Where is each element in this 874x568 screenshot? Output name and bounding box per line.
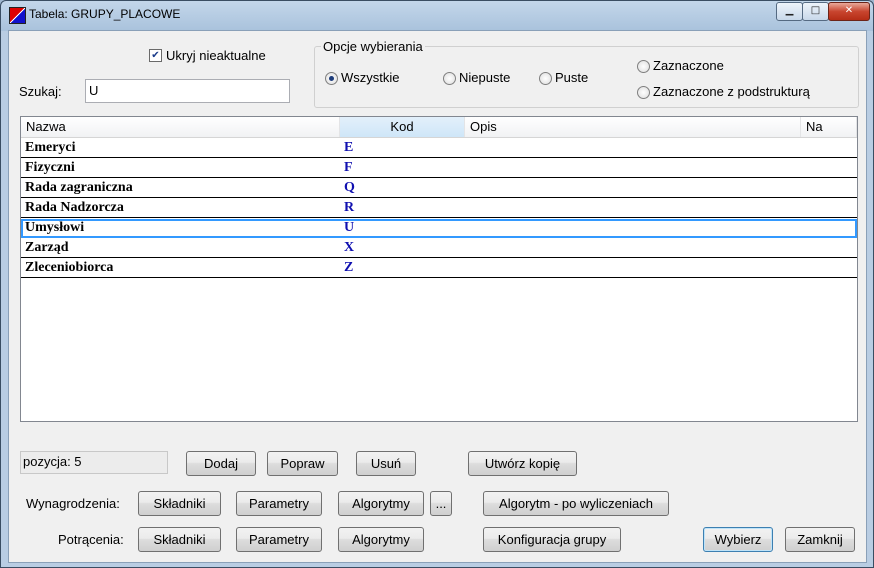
- table-row[interactable]: Zleceniobiorca Z: [21, 259, 857, 278]
- potracenia-label: Potrącenia:: [58, 532, 124, 547]
- app-window: Tabela: GRUPY_PLACOWE ▁ □ ✕ ✔ Ukryj niea…: [0, 0, 874, 568]
- radio-wszystkie[interactable]: [325, 72, 338, 85]
- select-button[interactable]: Wybierz: [703, 527, 773, 552]
- radio-wszystkie-label: Wszystkie: [341, 70, 400, 85]
- wyn-more-button[interactable]: ...: [430, 491, 452, 516]
- grid-header: Nazwa Kod Opis Na: [21, 117, 857, 138]
- cell-nazwa: Rada Nadzorcza: [25, 200, 124, 215]
- table-row[interactable]: Zarząd X: [21, 239, 857, 258]
- cell-kod: F: [344, 160, 353, 175]
- wyn-skladniki-button[interactable]: Składniki: [138, 491, 221, 516]
- cell-kod: X: [344, 240, 355, 255]
- position-indicator: pozycja: 5: [20, 451, 168, 474]
- minimize-icon: ▁: [785, 5, 794, 16]
- cell-kod: R: [344, 200, 355, 215]
- cell-nazwa: Fizyczni: [25, 160, 75, 175]
- cell-nazwa: Rada zagraniczna: [25, 180, 133, 195]
- radio-puste-label: Puste: [555, 70, 589, 85]
- cell-nazwa: Umysłowi: [25, 220, 85, 235]
- radio-niepuste[interactable]: [443, 72, 456, 85]
- pot-parametry-button[interactable]: Parametry: [236, 527, 322, 552]
- close-button[interactable]: ✕: [828, 2, 870, 21]
- cell-kod: Z: [344, 260, 354, 275]
- table-row[interactable]: Rada Nadzorcza R: [21, 199, 857, 218]
- cell-nazwa: Emeryci: [25, 140, 76, 155]
- column-header-nazwa[interactable]: Nazwa: [21, 117, 340, 137]
- hide-inactive-checkbox[interactable]: ✔: [149, 49, 162, 62]
- cell-nazwa: Zarząd: [25, 240, 69, 255]
- radio-puste[interactable]: [539, 72, 552, 85]
- selection-options-legend: Opcje wybierania: [321, 39, 425, 54]
- radio-niepuste-label: Niepuste: [459, 70, 511, 85]
- close-dialog-button[interactable]: Zamknij: [785, 527, 855, 552]
- algorytm-po-wyliczeniach-button[interactable]: Algorytm - po wyliczeniach: [483, 491, 669, 516]
- table-row-selected[interactable]: Umysłowi U: [21, 219, 857, 238]
- column-header-kod-label: Kod: [390, 119, 414, 134]
- column-header-kod[interactable]: Kod: [340, 117, 465, 137]
- minimize-button[interactable]: ▁: [776, 2, 803, 21]
- wyn-parametry-button[interactable]: Parametry: [236, 491, 322, 516]
- cell-nazwa: Zleceniobiorca: [25, 260, 114, 275]
- close-icon: ✕: [844, 5, 854, 16]
- pot-algorytmy-button[interactable]: Algorytmy: [338, 527, 424, 552]
- radio-zaznaczone-podstruktura[interactable]: [637, 86, 650, 99]
- maximize-icon: □: [810, 5, 821, 16]
- add-button[interactable]: Dodaj: [186, 451, 256, 476]
- search-label: Szukaj:: [19, 84, 62, 99]
- wyn-algorytmy-button[interactable]: Algorytmy: [338, 491, 424, 516]
- wynagrodzenia-label: Wynagrodzenia:: [26, 496, 120, 511]
- radio-zaznaczone-podstruktura-label: Zaznaczone z podstrukturą: [653, 84, 810, 99]
- column-header-na[interactable]: Na: [801, 117, 857, 137]
- dialog-body: ✔ Ukryj nieaktualne Szukaj: U Opcje wybi…: [8, 30, 867, 563]
- app-icon: [9, 7, 26, 24]
- cell-kod: Q: [344, 180, 355, 195]
- window-title: Tabela: GRUPY_PLACOWE: [29, 7, 181, 21]
- edit-button[interactable]: Popraw: [267, 451, 338, 476]
- maximize-button[interactable]: □: [802, 2, 829, 21]
- hide-inactive-label: Ukryj nieaktualne: [166, 48, 266, 63]
- checkmark-icon: ✔: [151, 50, 160, 61]
- table-row[interactable]: Emeryci E: [21, 139, 857, 158]
- table-row[interactable]: Rada zagraniczna Q: [21, 179, 857, 198]
- radio-zaznaczone[interactable]: [637, 60, 650, 73]
- data-grid[interactable]: Nazwa Kod Opis Na Emeryci E Fizyczni F Rad…: [20, 116, 858, 422]
- konfiguracja-grupy-button[interactable]: Konfiguracja grupy: [483, 527, 621, 552]
- copy-button[interactable]: Utwórz kopię: [468, 451, 577, 476]
- delete-button[interactable]: Usuń: [356, 451, 416, 476]
- cell-kod: U: [344, 220, 355, 235]
- search-input[interactable]: U: [85, 79, 290, 103]
- title-bar[interactable]: Tabela: GRUPY_PLACOWE ▁ □ ✕: [1, 1, 873, 29]
- radio-zaznaczone-label: Zaznaczone: [653, 58, 724, 73]
- table-row[interactable]: Fizyczni F: [21, 159, 857, 178]
- column-header-opis[interactable]: Opis: [465, 117, 801, 137]
- pot-skladniki-button[interactable]: Składniki: [138, 527, 221, 552]
- cell-kod: E: [344, 140, 354, 155]
